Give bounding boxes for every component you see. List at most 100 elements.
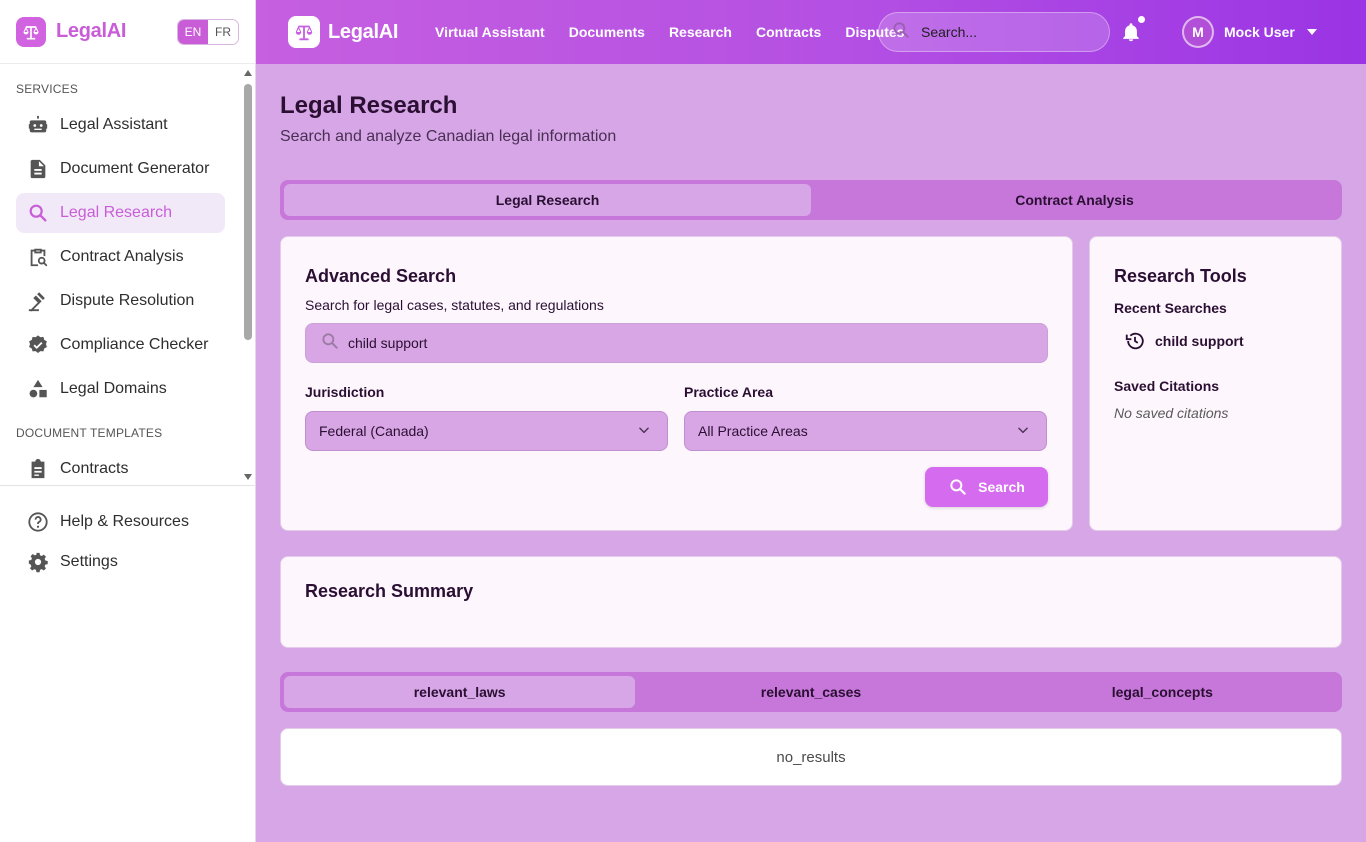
nav-link-contracts[interactable]: Contracts <box>756 24 821 40</box>
sidebar-item-legal-research[interactable]: Legal Research <box>16 193 225 233</box>
nav-link-research[interactable]: Research <box>669 24 732 40</box>
advanced-search-card: Advanced Search Search for legal cases, … <box>280 236 1073 531</box>
topbar-nav: Virtual Assistant Documents Research Con… <box>435 0 928 64</box>
notifications-bell-icon[interactable] <box>1120 20 1142 49</box>
recent-search-label: child support <box>1155 333 1244 349</box>
sidebar-item-label: Contracts <box>60 460 129 477</box>
sidebar-brand[interactable]: LegalAI <box>56 20 126 43</box>
notification-dot <box>1138 16 1145 23</box>
sidebar-item-label: Settings <box>60 553 118 570</box>
search-icon <box>320 331 340 356</box>
page-subtitle: Search and analyze Canadian legal inform… <box>280 128 617 145</box>
scroll-up-arrow-icon[interactable] <box>244 70 252 76</box>
sidebar-item-label: Document Generator <box>60 160 210 177</box>
help-circle-icon <box>16 511 60 533</box>
sidebar-item-label: Dispute Resolution <box>60 292 195 309</box>
shapes-icon <box>16 378 60 400</box>
global-search-box <box>878 12 1110 52</box>
search-icon <box>891 20 911 45</box>
query-field <box>305 323 1048 363</box>
chevron-down-icon <box>637 423 651 440</box>
tab-legal-concepts[interactable]: legal_concepts <box>987 676 1338 708</box>
advanced-search-subtitle: Search for legal cases, statutes, and re… <box>305 297 604 313</box>
practice-area-value: All Practice Areas <box>698 423 808 439</box>
research-summary-card: Research Summary <box>280 556 1342 648</box>
sidebar-item-settings[interactable]: Settings <box>16 542 225 582</box>
scales-logo-icon[interactable] <box>288 16 320 48</box>
top-app-bar: LegalAI Virtual Assistant Documents Rese… <box>256 0 1366 64</box>
practice-area-select[interactable]: All Practice Areas <box>684 411 1047 451</box>
search-icon <box>16 202 60 224</box>
tab-relevant-cases[interactable]: relevant_cases <box>635 676 986 708</box>
no-results-text: no_results <box>776 748 846 766</box>
sidebar-item-compliance-checker[interactable]: Compliance Checker <box>16 325 225 365</box>
research-tools-card: Research Tools Recent Searches child sup… <box>1089 236 1342 531</box>
topbar-brand[interactable]: LegalAI <box>328 21 398 44</box>
avatar[interactable]: M <box>1182 16 1214 48</box>
recent-search-item[interactable]: child support <box>1124 330 1244 352</box>
gavel-icon <box>16 290 60 312</box>
practice-area-label: Practice Area <box>684 384 773 400</box>
document-icon <box>16 158 60 180</box>
caret-down-icon[interactable] <box>1306 29 1317 35</box>
main-content: Legal Research Search and analyze Canadi… <box>256 64 1366 842</box>
sidebar-header: LegalAI EN FR <box>0 0 255 64</box>
sidebar-item-legal-assistant[interactable]: Legal Assistant <box>16 105 225 145</box>
sidebar-item-label: Contract Analysis <box>60 248 184 265</box>
query-input[interactable] <box>348 335 1028 351</box>
advanced-search-title: Advanced Search <box>305 266 457 286</box>
search-button[interactable]: Search <box>925 467 1048 507</box>
sidebar-item-label: Help & Resources <box>60 513 189 530</box>
scroll-down-arrow-icon[interactable] <box>244 474 252 480</box>
nav-link-documents[interactable]: Documents <box>569 24 645 40</box>
sidebar-item-dispute-resolution[interactable]: Dispute Resolution <box>16 281 225 321</box>
sidebar-item-label: Legal Research <box>60 204 173 221</box>
sidebar-item-label: Legal Assistant <box>60 116 168 133</box>
tab-contract-analysis[interactable]: Contract Analysis <box>811 184 1338 216</box>
jurisdiction-value: Federal (Canada) <box>319 423 429 439</box>
verified-badge-icon <box>16 334 60 356</box>
research-tools-title: Research Tools <box>1114 266 1247 286</box>
history-icon <box>1125 332 1144 350</box>
lang-en-button[interactable]: EN <box>178 19 208 44</box>
language-toggle: EN FR <box>177 18 239 45</box>
page-title: Legal Research <box>280 92 458 119</box>
global-search-input[interactable] <box>921 24 1091 40</box>
result-tabs: relevant_laws relevant_cases legal_conce… <box>280 672 1342 712</box>
search-icon <box>950 479 966 495</box>
sidebar-item-contracts[interactable]: Contracts <box>16 449 225 485</box>
sidebar-item-contract-analysis[interactable]: Contract Analysis <box>16 237 225 277</box>
sidebar-bottom-nav: Help & Resources Settings <box>0 502 256 582</box>
tab-legal-research[interactable]: Legal Research <box>284 184 811 216</box>
sidebar-scrollbar[interactable] <box>243 68 253 482</box>
user-name[interactable]: Mock User <box>1224 24 1295 40</box>
scrollbar-thumb[interactable] <box>244 84 252 340</box>
sidebar-nav: SERVICES Legal Assistant Document Genera… <box>0 64 256 486</box>
saved-citations-empty: No saved citations <box>1114 405 1229 421</box>
sidebar: LegalAI EN FR SERVICES Legal Assistant D… <box>0 0 256 842</box>
gear-icon <box>16 551 60 573</box>
tab-relevant-laws[interactable]: relevant_laws <box>284 676 636 708</box>
search-button-label: Search <box>978 479 1025 495</box>
jurisdiction-label: Jurisdiction <box>305 384 385 400</box>
services-heading: SERVICES <box>16 82 79 96</box>
jurisdiction-select[interactable]: Federal (Canada) <box>305 411 668 451</box>
results-panel: no_results <box>280 728 1342 786</box>
robot-icon <box>16 114 60 136</box>
clipboard-search-icon <box>16 246 60 268</box>
sidebar-item-document-generator[interactable]: Document Generator <box>16 149 225 189</box>
scales-logo-icon[interactable] <box>16 16 46 47</box>
saved-citations-heading: Saved Citations <box>1114 378 1220 394</box>
sidebar-item-label: Legal Domains <box>60 380 167 397</box>
research-tabs: Legal Research Contract Analysis <box>280 180 1342 220</box>
nav-link-virtual-assistant[interactable]: Virtual Assistant <box>435 24 545 40</box>
lang-fr-button[interactable]: FR <box>208 19 238 44</box>
chevron-down-icon <box>1016 423 1030 440</box>
assignment-icon <box>16 458 60 480</box>
research-summary-title: Research Summary <box>305 581 474 601</box>
sidebar-item-legal-domains[interactable]: Legal Domains <box>16 369 225 409</box>
sidebar-item-help[interactable]: Help & Resources <box>16 502 225 542</box>
sidebar-item-label: Compliance Checker <box>60 336 209 353</box>
recent-searches-heading: Recent Searches <box>1114 300 1227 316</box>
user-menu[interactable]: M Mock User <box>1182 16 1317 48</box>
